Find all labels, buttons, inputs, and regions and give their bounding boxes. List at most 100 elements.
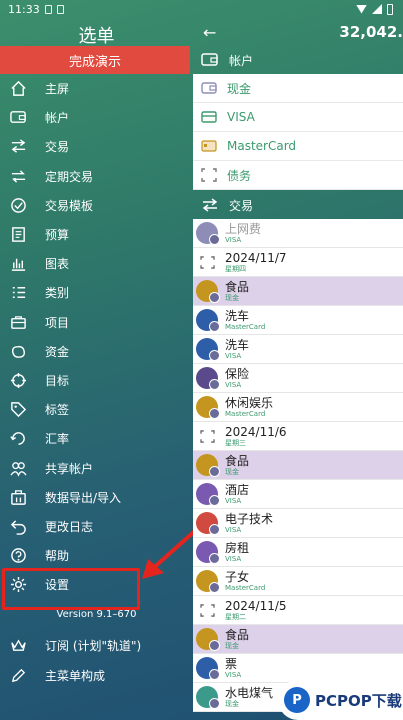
menu-item-exchange[interactable]: 汇率 [0,424,193,453]
menu-item-chart[interactable]: 图表 [0,249,193,278]
account-row[interactable]: VISA [193,103,403,132]
menu-item-label: 数据导出/导入 [45,490,122,505]
menu-item-crown[interactable]: 订阅 (计划"轨道") [0,630,193,660]
accounts-section-header[interactable]: 帐户 [193,48,403,72]
transaction-row[interactable]: 食品 现金 [193,625,403,654]
transaction-row[interactable]: 电子技术 VISA [193,509,403,538]
category-icon [196,570,220,593]
transaction-row[interactable]: 休闲娱乐 MasterCard [193,393,403,422]
template-icon [9,196,27,214]
menu-item-label: 订阅 (计划"轨道") [45,638,142,653]
transaction-subtitle: MasterCard [225,322,266,331]
transaction-text: 洗车 MasterCard [225,310,265,331]
menu-item-swap[interactable]: 交易 [0,132,193,161]
right-header: ← 32,042. [193,18,403,46]
transaction-row[interactable]: 食品 现金 [193,451,403,480]
transaction-title: 2024/11/7 [225,250,287,265]
transactions-list: 上网费 VISA 2024/11/7 星期四 食品 现金 洗车 MasterCard 洗车 VIS… [193,219,403,720]
date-header-row[interactable]: 2024/11/6 星期三 [193,422,403,451]
drawer-menu-secondary: 订阅 (计划"轨道") 主菜单构成 [0,630,193,690]
transaction-row[interactable]: 洗车 MasterCard [193,306,403,335]
back-arrow-icon[interactable]: ← [203,23,216,42]
transaction-title: 2024/11/6 [225,424,287,439]
category-icon [196,686,220,709]
pcpop-logo-icon: P [284,687,310,713]
accounts-list: 现金 VISA MasterCard 债务 [193,74,403,190]
menu-item-template[interactable]: 交易模板 [0,191,193,220]
menu-item-label: 帐户 [45,111,70,126]
account-row[interactable]: 债务 [193,161,403,190]
funds-icon [9,342,27,360]
wallet-icon [9,109,27,127]
transactions-section-header[interactable]: 交易 [193,193,403,217]
transaction-title: 2024/11/5 [225,598,287,613]
transaction-subtitle: VISA [225,235,242,244]
menu-item-home[interactable]: 主屏 [0,74,193,103]
status-bar: 11:33 [0,0,403,18]
transaction-title: 洗车 [225,308,250,323]
app-version: Version 9.1–670 [56,609,137,620]
transaction-row[interactable]: 保险 VISA [193,364,403,393]
calendar-frame-icon [196,251,218,273]
transaction-title: 水电煤气 [225,685,274,700]
export-icon [9,488,27,506]
menu-item-edit[interactable]: 主菜单构成 [0,660,193,690]
status-time: 11:33 [8,2,40,16]
account-name: VISA [227,110,255,124]
category-icon [196,396,220,419]
menu-item-shared[interactable]: 共享帐户 [0,453,193,482]
transaction-subtitle: VISA [225,554,242,563]
menu-item-label: 帮助 [45,549,70,564]
transaction-row[interactable]: 洗车 VISA [193,335,403,364]
transaction-subtitle: 现金 [225,699,239,708]
transaction-row[interactable]: 食品 现金 [193,277,403,306]
transaction-subtitle: 现金 [225,293,239,302]
transaction-row[interactable]: 酒店 VISA [193,480,403,509]
transaction-text: 水电煤气 现金 [225,687,273,708]
swap-icon [202,198,218,212]
account-row[interactable]: MasterCard [193,132,403,161]
category-icon [196,657,220,680]
transaction-row[interactable]: 房租 VISA [193,538,403,567]
transaction-subtitle: VISA [225,351,242,360]
transaction-subtitle: 现金 [225,467,239,476]
menu-item-funds[interactable]: 资金 [0,337,193,366]
chart-icon [9,255,27,273]
swap-icon [9,138,27,156]
category-icon [196,309,220,332]
menu-item-label: 交易模板 [45,198,94,213]
menu-item-project[interactable]: 项目 [0,308,193,337]
watermark-text: PCPOP下载 [315,691,402,710]
transaction-row[interactable]: 票 VISA [193,654,403,683]
transaction-title: 保险 [225,366,250,381]
menu-item-recurring[interactable]: 定期交易 [0,162,193,191]
account-name: 债务 [227,168,252,183]
transaction-title: 酒店 [225,482,250,497]
menu-item-export[interactable]: 数据导出/导入 [0,483,193,512]
date-header-row[interactable]: 2024/11/7 星期四 [193,248,403,277]
transaction-subtitle: MasterCard [225,583,266,592]
recurring-icon [9,167,27,185]
transaction-text: 票 VISA [225,658,241,679]
menu-item-budget[interactable]: 预算 [0,220,193,249]
date-header-row[interactable]: 2024/11/5 星期二 [193,596,403,625]
menu-item-category[interactable]: 类别 [0,278,193,307]
transaction-subtitle: 现金 [225,641,239,650]
transaction-row[interactable]: 子女 MasterCard [193,567,403,596]
transaction-row[interactable]: 上网费 VISA [193,219,403,248]
account-row[interactable]: 现金 [193,74,403,103]
finish-demo-button[interactable]: 完成演示 [0,46,190,74]
menu-item-wallet[interactable]: 帐户 [0,103,193,132]
sd-icon [56,4,64,14]
menu-item-tag[interactable]: 标签 [0,395,193,424]
transaction-title: 房租 [225,540,250,555]
total-balance: 32,042. [339,23,403,41]
transaction-title: 票 [225,656,238,671]
transaction-subtitle: VISA [225,496,242,505]
project-icon [9,313,27,331]
menu-item-label: 更改日志 [45,519,94,534]
help-icon [9,547,27,565]
edit-icon [9,666,27,684]
card-icon [201,111,217,123]
menu-item-target[interactable]: 目标 [0,366,193,395]
